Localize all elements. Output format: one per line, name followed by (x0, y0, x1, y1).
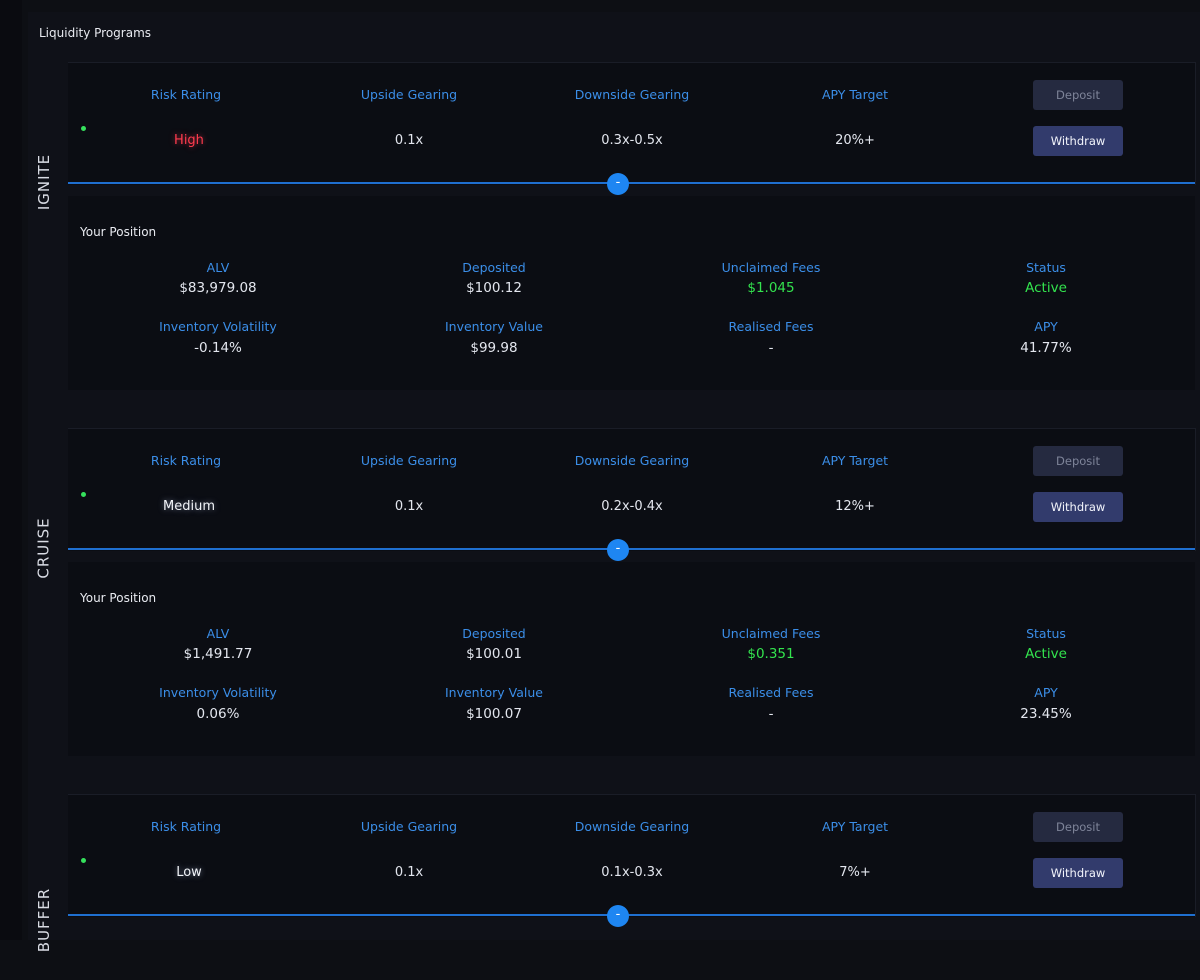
risk-rating-value: Medium (163, 499, 215, 514)
status-label: Status (1026, 260, 1066, 275)
unclaimed-fees-label: Unclaimed Fees (721, 260, 821, 275)
upside-gearing-value: 0.1x (394, 133, 424, 148)
collapse-toggle-button[interactable]: - (607, 905, 629, 927)
unclaimed-fees-value: $0.351 (747, 646, 795, 662)
status-value: Active (1025, 280, 1067, 296)
deposited-label: Deposited (462, 260, 526, 275)
inventory-volatility-value: -0.14% (194, 340, 242, 356)
apy-target-value: 12%+ (835, 499, 875, 514)
downside-gearing-header: Downside Gearing (574, 87, 690, 102)
upside-gearing-header: Upside Gearing (360, 453, 458, 468)
status-dot-icon (81, 858, 86, 863)
apy-value: 41.77% (1020, 340, 1072, 356)
inventory-value-label: Inventory Value (444, 319, 543, 334)
upside-gearing-header: Upside Gearing (360, 87, 458, 102)
apy-value: 23.45% (1020, 706, 1072, 722)
realised-fees-value: - (768, 706, 774, 722)
status-value: Active (1025, 646, 1067, 662)
deposited-label: Deposited (462, 626, 526, 641)
withdraw-button[interactable]: Withdraw (1033, 858, 1123, 888)
withdraw-button[interactable]: Withdraw (1033, 492, 1123, 522)
deposit-button[interactable]: Deposit (1033, 812, 1123, 842)
left-gutter (0, 0, 22, 940)
upside-gearing-header: Upside Gearing (360, 819, 458, 834)
inventory-value-value: $99.98 (470, 340, 518, 356)
risk-rating-value: Low (176, 865, 202, 880)
program-summary-card (68, 794, 1196, 917)
program-name-label: BUFFER (28, 860, 60, 980)
alv-value: $83,979.08 (179, 280, 257, 296)
upside-gearing-value: 0.1x (394, 865, 424, 880)
realised-fees-label: Realised Fees (728, 685, 814, 700)
deposited-value: $100.12 (466, 280, 522, 296)
deposit-button[interactable]: Deposit (1033, 80, 1123, 110)
apy-label: APY (1034, 319, 1058, 334)
deposit-button[interactable]: Deposit (1033, 446, 1123, 476)
downside-gearing-value: 0.3x-0.5x (601, 133, 663, 148)
risk-rating-header: Risk Rating (150, 87, 222, 102)
collapse-toggle-button[interactable]: - (607, 173, 629, 195)
downside-gearing-value: 0.2x-0.4x (601, 499, 663, 514)
program-name-label: IGNITE (28, 62, 60, 302)
inventory-volatility-label: Inventory Volatility (159, 319, 277, 334)
withdraw-button[interactable]: Withdraw (1033, 126, 1123, 156)
risk-rating-value: High (174, 133, 204, 148)
position-title: Your Position (80, 591, 157, 605)
status-dot-icon (81, 126, 86, 131)
risk-rating-header: Risk Rating (150, 453, 222, 468)
apy-target-header: APY Target (821, 453, 889, 468)
collapse-toggle-button[interactable]: - (607, 539, 629, 561)
inventory-volatility-label: Inventory Volatility (159, 685, 277, 700)
position-title: Your Position (80, 225, 157, 239)
program-name: IGNITE (35, 153, 53, 211)
status-label: Status (1026, 626, 1066, 641)
deposited-value: $100.01 (466, 646, 522, 662)
apy-target-value: 7%+ (839, 865, 871, 880)
section-divider (68, 914, 1195, 916)
program-summary-card (68, 428, 1196, 551)
inventory-value-value: $100.07 (466, 706, 522, 722)
alv-label: ALV (206, 626, 230, 641)
inventory-value-label: Inventory Value (444, 685, 543, 700)
apy-target-value: 20%+ (835, 133, 875, 148)
program-summary-card (68, 62, 1196, 185)
downside-gearing-header: Downside Gearing (574, 819, 690, 834)
alv-value: $1,491.77 (183, 646, 253, 662)
upside-gearing-value: 0.1x (394, 499, 424, 514)
inventory-volatility-value: 0.06% (196, 706, 240, 722)
program-name: CRUISE (35, 517, 53, 579)
status-dot-icon (81, 492, 86, 497)
apy-target-header: APY Target (821, 87, 889, 102)
unclaimed-fees-label: Unclaimed Fees (721, 626, 821, 641)
alv-label: ALV (206, 260, 230, 275)
apy-label: APY (1034, 685, 1058, 700)
downside-gearing-value: 0.1x-0.3x (601, 865, 663, 880)
apy-target-header: APY Target (821, 819, 889, 834)
realised-fees-value: - (768, 340, 774, 356)
program-name-label: CRUISE (28, 428, 60, 668)
unclaimed-fees-value: $1.045 (747, 280, 795, 296)
section-divider (68, 548, 1195, 550)
risk-rating-header: Risk Rating (150, 819, 222, 834)
realised-fees-label: Realised Fees (728, 319, 814, 334)
downside-gearing-header: Downside Gearing (574, 453, 690, 468)
page-title: Liquidity Programs (39, 26, 152, 40)
program-name: BUFFER (35, 887, 53, 953)
section-divider (68, 182, 1195, 184)
